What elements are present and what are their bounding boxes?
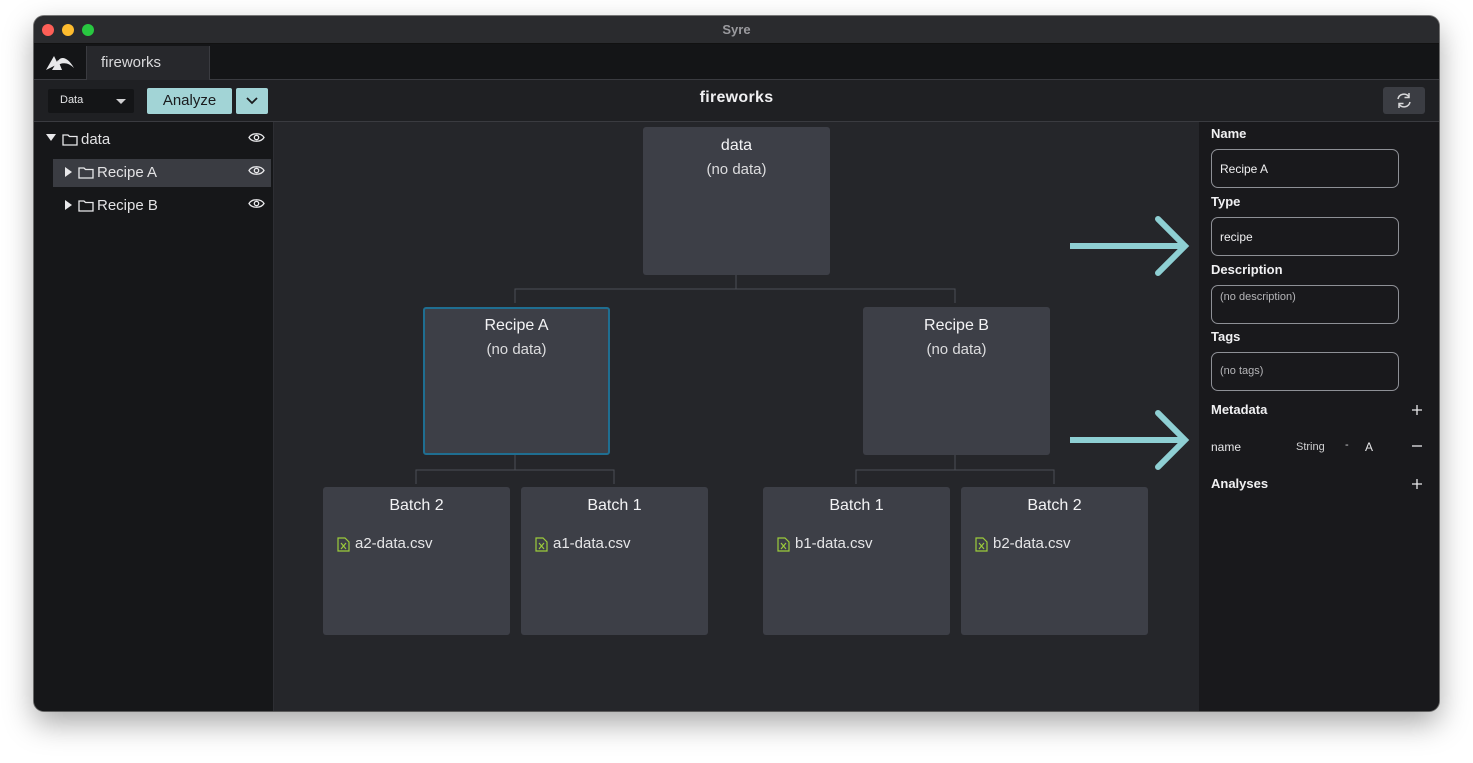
asset-label: a2-data.csv [355, 535, 433, 552]
asset-label: b2-data.csv [993, 535, 1071, 552]
caret-down-icon[interactable] [46, 134, 56, 142]
remove-metadata-icon[interactable] [1411, 440, 1423, 452]
node-title: Batch 2 [1027, 497, 1082, 514]
container-node-recipe-a[interactable]: Recipe A (no data) [423, 307, 610, 455]
project-title: fireworks [699, 89, 774, 106]
asset-label: a1-data.csv [553, 535, 631, 552]
csv-file-icon [777, 537, 790, 552]
container-node-data[interactable]: data (no data) [643, 127, 830, 275]
container-node-batch[interactable]: Batch 1 b1-data.csv [763, 487, 950, 635]
eye-icon[interactable] [248, 132, 265, 143]
tab-bar: fireworks [34, 44, 1439, 80]
tree-item-label: Recipe B [97, 197, 158, 214]
node-title: Batch 2 [389, 497, 444, 514]
folder-icon [78, 167, 94, 179]
title-bar: Syre [34, 16, 1439, 44]
node-title: Batch 1 [829, 497, 884, 514]
metadata-key[interactable]: name [1211, 440, 1241, 454]
folder-icon [62, 134, 78, 146]
tree-item-recipe-b[interactable]: Recipe B [53, 192, 271, 220]
metadata-separator: - [1345, 439, 1349, 451]
node-subtitle: (no data) [486, 341, 547, 358]
description-label: Description [1211, 262, 1283, 277]
metadata-label: Metadata [1211, 402, 1268, 417]
csv-file-icon [337, 537, 350, 552]
container-node-batch[interactable]: Batch 1 a1-data.csv [521, 487, 708, 635]
window-title: Syre [722, 22, 751, 37]
add-metadata-icon[interactable] [1411, 404, 1423, 416]
tab-fireworks[interactable]: fireworks [86, 46, 210, 80]
app-logo-icon[interactable] [44, 52, 76, 72]
tree-item-recipe-a[interactable]: Recipe A [53, 159, 271, 187]
container-node-batch[interactable]: Batch 2 b2-data.csv [961, 487, 1148, 635]
app-window: Syre fireworks Data Analyze fireworks da… [34, 16, 1439, 711]
annotation-arrow-icon [1070, 216, 1190, 276]
name-label: Name [1211, 126, 1247, 141]
node-title: data [720, 137, 753, 154]
refresh-icon [1397, 93, 1411, 108]
csv-file-icon [975, 537, 988, 552]
annotation-arrow-icon [1070, 410, 1190, 470]
asset-label: b1-data.csv [795, 535, 873, 552]
tree-item-label: data [81, 131, 111, 148]
folder-icon [78, 200, 94, 212]
eye-icon[interactable] [248, 165, 265, 176]
name-input[interactable]: Recipe A [1211, 149, 1399, 188]
node-subtitle: (no data) [926, 341, 987, 358]
metadata-type[interactable]: String [1296, 441, 1325, 453]
add-analysis-icon[interactable] [1411, 478, 1423, 490]
tree-item-data[interactable]: data [42, 126, 270, 154]
caret-right-icon[interactable] [65, 200, 72, 210]
refresh-button[interactable] [1383, 87, 1425, 114]
csv-file-icon [535, 537, 548, 552]
tags-label: Tags [1211, 329, 1241, 344]
toolbar: Data Analyze fireworks [34, 80, 1439, 122]
container-node-batch[interactable]: Batch 2 a2-data.csv [323, 487, 510, 635]
graph-canvas[interactable]: data (no data) Recipe A (no data) Recipe… [274, 122, 1199, 711]
container-node-recipe-b[interactable]: Recipe B (no data) [863, 307, 1050, 455]
node-title: Batch 1 [587, 497, 642, 514]
metadata-value[interactable]: A [1365, 440, 1373, 454]
type-input[interactable]: recipe [1211, 217, 1399, 256]
node-title: Recipe A [484, 317, 549, 334]
project-tree-panel: data Recipe A Recipe B [34, 122, 274, 711]
caret-right-icon[interactable] [65, 167, 72, 177]
eye-icon[interactable] [248, 198, 265, 209]
node-subtitle: (no data) [706, 161, 767, 178]
node-title: Recipe B [924, 317, 989, 334]
tree-item-label: Recipe A [97, 164, 158, 181]
description-textarea[interactable]: (no description) [1211, 285, 1399, 324]
analyses-label: Analyses [1211, 476, 1269, 491]
properties-panel: Name Recipe A Type recipe Description (n… [1199, 122, 1439, 711]
type-label: Type [1211, 194, 1241, 209]
tags-input[interactable]: (no tags) [1211, 352, 1399, 391]
